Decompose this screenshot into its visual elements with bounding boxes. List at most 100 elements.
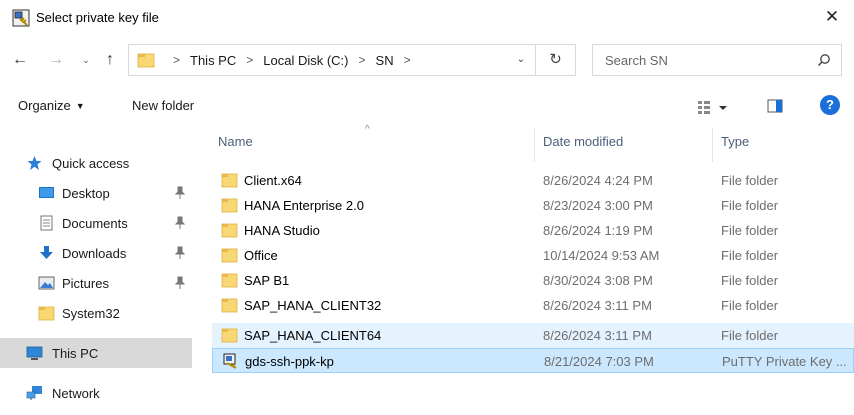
sidebar-item-pictures[interactable]: Pictures xyxy=(0,268,192,298)
breadcrumb-sn[interactable]: SN xyxy=(376,53,394,68)
file-name: gds-ssh-ppk-kp xyxy=(245,354,334,369)
breadcrumb-separator: > xyxy=(173,53,181,67)
sidebar-item-label: Documents xyxy=(62,216,128,231)
command-bar: Organize ▼ New folder ? xyxy=(0,92,854,122)
navigation-pane: Quick access Desktop Documents Downloads… xyxy=(0,128,200,415)
star-icon xyxy=(27,156,42,170)
breadcrumb-this-pc[interactable]: This PC xyxy=(190,53,236,68)
folder-icon xyxy=(137,53,155,68)
address-dropdown-icon[interactable]: ⌄ xyxy=(515,53,527,67)
refresh-button[interactable]: ↻ xyxy=(536,44,576,76)
sidebar-item-label: Quick access xyxy=(52,156,130,171)
file-date: 8/21/2024 7:03 PM xyxy=(544,354,654,369)
file-date: 10/14/2024 9:53 AM xyxy=(543,248,660,263)
search-input[interactable]: Search SN xyxy=(605,53,668,68)
title-bar: Select private key file ✕ xyxy=(0,0,854,36)
table-row[interactable]: HANA Studio 8/26/2024 1:19 PM File folde… xyxy=(212,218,854,243)
recent-locations-chevron-icon[interactable]: ⌄ xyxy=(80,49,92,71)
computer-icon xyxy=(26,346,43,360)
file-type: File folder xyxy=(721,223,779,238)
file-name: SAP_HANA_CLIENT32 xyxy=(244,298,382,313)
sidebar-item-label: Downloads xyxy=(62,246,127,261)
table-row[interactable]: gds-ssh-ppk-kp 8/21/2024 7:03 PM PuTTY P… xyxy=(212,348,854,373)
column-divider[interactable] xyxy=(534,128,535,162)
new-folder-button[interactable]: New folder xyxy=(132,98,194,113)
sort-ascending-icon: ^ xyxy=(365,124,370,135)
caret-down-icon: ▼ xyxy=(75,101,85,111)
sidebar-item-downloads[interactable]: Downloads xyxy=(0,238,192,268)
pin-icon xyxy=(174,276,186,289)
address-bar[interactable]: > This PC > Local Disk (C:) > SN > ⌄ xyxy=(128,44,536,76)
search-box[interactable]: Search SN xyxy=(592,44,842,76)
file-date: 8/26/2024 1:19 PM xyxy=(543,223,653,238)
file-type: File folder xyxy=(721,173,779,188)
file-type: File folder xyxy=(721,248,779,263)
column-header-type[interactable]: Type xyxy=(721,134,749,149)
desktop-icon xyxy=(39,187,54,198)
table-row[interactable]: SAP_HANA_CLIENT64 8/26/2024 3:11 PM File… xyxy=(212,323,854,348)
file-type: File folder xyxy=(721,328,779,343)
column-divider[interactable] xyxy=(712,128,713,162)
sidebar-item-documents[interactable]: Documents xyxy=(0,208,192,238)
breadcrumb-local-disk[interactable]: Local Disk (C:) xyxy=(263,53,348,68)
folder-icon xyxy=(221,248,238,263)
file-name: HANA Studio xyxy=(244,223,320,238)
breadcrumb-separator[interactable]: > xyxy=(246,53,253,67)
file-date: 8/26/2024 4:24 PM xyxy=(543,173,653,188)
network-icon xyxy=(26,386,42,400)
table-row[interactable]: Office 10/14/2024 9:53 AM File folder xyxy=(212,243,854,268)
pictures-icon xyxy=(38,276,55,290)
refresh-icon: ↻ xyxy=(549,51,562,68)
preview-pane-icon[interactable] xyxy=(767,98,783,114)
organize-label: Organize xyxy=(18,98,71,113)
sidebar-item-label: This PC xyxy=(52,346,99,361)
breadcrumb-separator[interactable]: > xyxy=(359,53,366,67)
sidebar-item-quick-access[interactable]: Quick access xyxy=(0,148,192,178)
putty-key-icon xyxy=(12,9,30,27)
sidebar-item-this-pc[interactable]: This PC xyxy=(0,338,192,368)
file-name: HANA Enterprise 2.0 xyxy=(244,198,364,213)
downloads-icon xyxy=(40,246,53,259)
sidebar-item-desktop[interactable]: Desktop xyxy=(0,178,192,208)
sidebar-item-system32[interactable]: System32 xyxy=(0,298,192,328)
table-row[interactable]: Client.x64 8/26/2024 4:24 PM File folder xyxy=(212,168,854,193)
help-icon[interactable]: ? xyxy=(820,95,840,115)
file-name: Office xyxy=(244,248,278,263)
pin-icon xyxy=(174,186,186,199)
breadcrumb: > This PC > Local Disk (C:) > SN > xyxy=(163,45,421,75)
file-list: ^ Name Date modified Type Client.x64 8/2… xyxy=(212,124,854,415)
sidebar-item-label: System32 xyxy=(62,306,120,321)
forward-arrow-icon[interactable]: → xyxy=(48,49,64,71)
sidebar-item-label: Network xyxy=(52,386,100,401)
column-header-name[interactable]: Name xyxy=(218,134,253,149)
file-type: File folder xyxy=(721,298,779,313)
column-header-date[interactable]: Date modified xyxy=(543,134,623,149)
file-date: 8/26/2024 3:11 PM xyxy=(543,328,652,343)
view-options-icon[interactable] xyxy=(697,97,731,117)
folder-icon xyxy=(221,173,238,188)
table-row[interactable]: SAP_HANA_CLIENT32 8/26/2024 3:11 PM File… xyxy=(212,293,854,318)
breadcrumb-separator[interactable]: > xyxy=(404,53,411,67)
file-date: 8/23/2024 3:00 PM xyxy=(543,198,653,213)
table-row[interactable]: SAP B1 8/30/2024 3:08 PM File folder xyxy=(212,268,854,293)
putty-key-file-icon xyxy=(223,353,237,369)
file-type: File folder xyxy=(721,198,779,213)
file-name: Client.x64 xyxy=(244,173,302,188)
dialog-title: Select private key file xyxy=(36,10,159,25)
file-type: PuTTY Private Key ... xyxy=(722,354,847,369)
back-arrow-icon[interactable]: ← xyxy=(12,49,28,71)
folder-icon xyxy=(221,223,238,238)
up-arrow-icon[interactable]: ↑ xyxy=(102,49,118,71)
file-name: SAP_HANA_CLIENT64 xyxy=(244,328,382,343)
file-date: 8/30/2024 3:08 PM xyxy=(543,273,653,288)
pin-icon xyxy=(174,216,186,229)
sidebar-item-network[interactable]: Network xyxy=(0,378,192,408)
sidebar-item-label: Desktop xyxy=(62,186,110,201)
table-row[interactable]: HANA Enterprise 2.0 8/23/2024 3:00 PM Fi… xyxy=(212,193,854,218)
sidebar-item-label: Pictures xyxy=(62,276,109,291)
organize-button[interactable]: Organize ▼ xyxy=(18,98,85,113)
pin-icon xyxy=(174,246,186,259)
close-icon[interactable]: ✕ xyxy=(822,6,842,28)
folder-icon xyxy=(221,198,238,213)
folder-icon xyxy=(221,273,238,288)
